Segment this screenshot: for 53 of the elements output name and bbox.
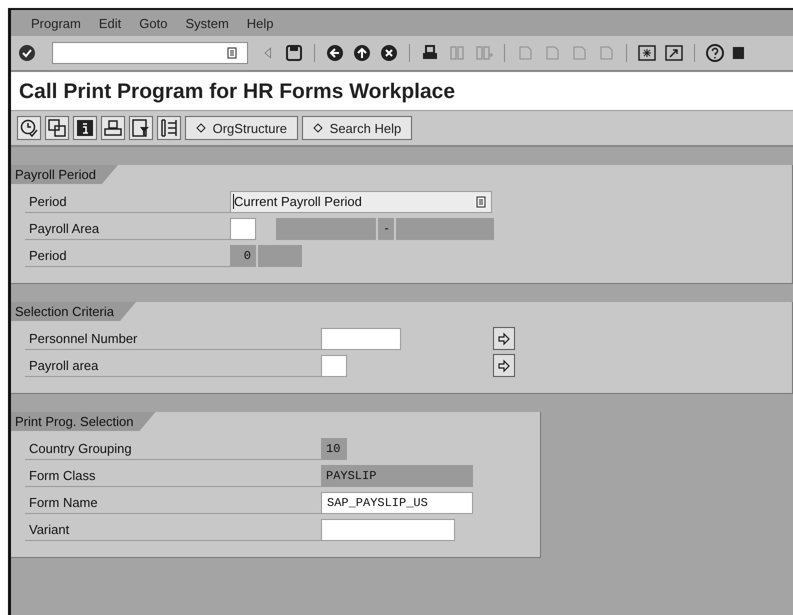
filter-icon[interactable]	[129, 116, 153, 140]
screen-title: Call Print Program for HR Forms Workplace	[11, 72, 793, 110]
display-field: 10	[321, 438, 347, 460]
list-icon[interactable]	[227, 47, 237, 59]
field-label: Country Grouping	[25, 437, 321, 460]
field-label: Payroll Area	[25, 217, 230, 240]
field-label: Payroll area	[25, 354, 321, 377]
arrow-right-icon	[497, 358, 511, 372]
copy-icon[interactable]	[45, 116, 69, 140]
menu-item[interactable]: Goto	[139, 16, 168, 30]
columns-icon[interactable]	[157, 116, 181, 140]
group-title: Payroll Period	[11, 165, 118, 184]
display-field: 0	[230, 244, 256, 266]
print-icon[interactable]	[101, 116, 125, 140]
group-title: Print Prog. Selection	[11, 412, 156, 431]
menu-item[interactable]: Edit	[98, 16, 122, 30]
field-label: Variant	[25, 518, 321, 541]
menu-item[interactable]: System	[185, 16, 229, 30]
toolbar-button[interactable]: OrgStructure	[185, 116, 298, 140]
dropdown-field[interactable]: Current Payroll Period	[230, 190, 492, 212]
input-field[interactable]	[321, 354, 347, 376]
menu-item[interactable]: Help	[246, 16, 274, 30]
field-label: Period	[25, 190, 230, 213]
toolbar-button[interactable]: Search Help	[302, 116, 412, 140]
list-icon[interactable]	[476, 196, 486, 208]
field-label: Form Class	[25, 464, 321, 487]
check-icon[interactable]	[17, 43, 37, 63]
diamond-icon	[313, 122, 324, 132]
multiple-selection-button[interactable]	[493, 354, 515, 377]
display-field: -	[378, 218, 394, 240]
input-field[interactable]	[321, 328, 401, 350]
diamond-icon	[196, 122, 206, 132]
help-icon[interactable]	[705, 43, 725, 63]
new-session-icon[interactable]	[637, 43, 657, 63]
command-field[interactable]	[52, 42, 248, 64]
menu-item[interactable]: Program	[31, 16, 81, 30]
info-icon[interactable]	[73, 116, 97, 140]
display-field: PAYSLIP	[321, 464, 473, 486]
field-label: Period	[25, 244, 230, 267]
group-title: Selection Criteria	[11, 302, 136, 321]
field-label: Form Name	[25, 491, 321, 514]
arrow-right-icon	[497, 332, 511, 346]
save-icon[interactable]	[284, 43, 304, 63]
multiple-selection-button[interactable]	[493, 327, 515, 350]
back-icon[interactable]	[325, 43, 345, 63]
input-field[interactable]	[230, 218, 256, 240]
cancel-icon[interactable]	[379, 43, 399, 63]
shortcut-icon[interactable]	[664, 43, 684, 63]
input-field[interactable]	[321, 518, 455, 540]
display-field	[258, 244, 302, 266]
field-label: Personnel Number	[25, 327, 321, 350]
input-field[interactable]: SAP_PAYSLIP_US	[321, 492, 473, 514]
execute-clock-icon[interactable]	[17, 116, 41, 140]
